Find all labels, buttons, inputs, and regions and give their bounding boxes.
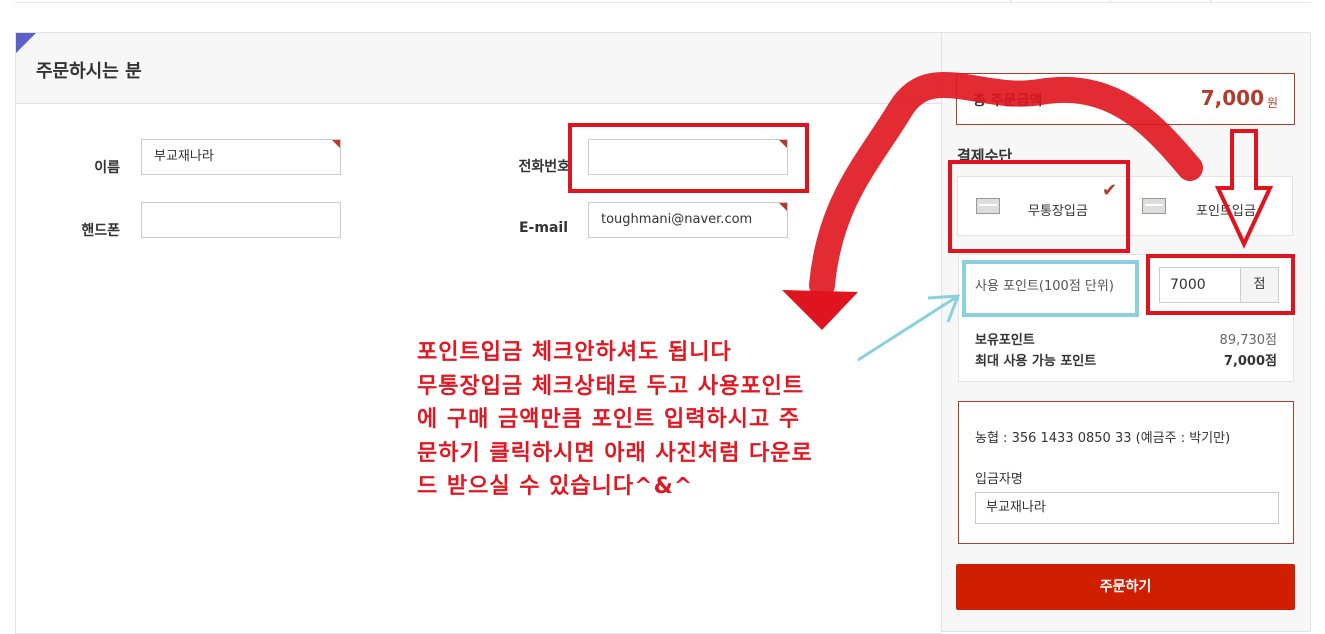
highlight-bank-transfer-box: [948, 160, 1130, 253]
max-points-row: 최대 사용 가능 포인트 7,000점: [975, 350, 1277, 369]
name-input-value: 부교재나라: [154, 149, 214, 164]
name-label: 이름: [94, 160, 120, 176]
total-amount: 7,000: [1200, 86, 1264, 110]
card-icon: [1142, 198, 1166, 214]
payment-option-points[interactable]: 포인트입금: [1126, 177, 1294, 235]
mobile-input[interactable]: [141, 202, 341, 238]
orderer-header: 주문하시는 분: [16, 33, 942, 104]
name-input[interactable]: 부교재나라: [141, 139, 341, 175]
depositor-label: 입금자명: [975, 472, 1023, 487]
total-unit: 원: [1266, 96, 1278, 110]
highlight-phone-box: [568, 123, 809, 193]
owned-points-label: 보유포인트: [975, 333, 1035, 348]
annotation-line: 드 받으실 수 있습니다^&^: [417, 474, 694, 499]
email-input[interactable]: toughmani@naver.com: [588, 202, 788, 238]
top-divider-tick: [1010, 0, 1011, 2]
bank-account-text: 농협 : 356 1433 0850 33 (예금주 : 박기만): [975, 431, 1231, 446]
phone-label: 전화번호: [518, 159, 570, 175]
owned-points-value: 89,730점: [1219, 333, 1277, 348]
owned-points-row: 보유포인트 89,730점: [975, 329, 1277, 348]
email-input-value: toughmani@naver.com: [601, 212, 753, 227]
bank-box: 농협 : 356 1433 0850 33 (예금주 : 박기만) 입금자명 부…: [958, 401, 1294, 544]
highlight-points-input-box: [1146, 254, 1295, 315]
top-divider: [15, 0, 1311, 3]
max-points-value: 7,000점: [1223, 354, 1277, 369]
annotation-line: 포인트입금 체크안하셔도 됩니다: [417, 340, 732, 365]
mobile-label: 핸드폰: [81, 223, 120, 239]
annotation-line: 무통장입금 체크상태로 두고 사용포인트: [417, 373, 805, 399]
orderer-title: 주문하시는 분: [36, 61, 142, 82]
top-divider-tick: [1210, 0, 1211, 2]
max-points-label: 최대 사용 가능 포인트: [975, 354, 1097, 369]
annotation-note: 포인트입금 체크안하셔도 됩니다 무통장입금 체크상태로 두고 사용포인트 에 …: [417, 336, 937, 504]
top-divider-tick: [1110, 0, 1111, 2]
required-marker: [779, 203, 787, 211]
total-label: 총 주문금액: [973, 93, 1043, 109]
order-button[interactable]: 주문하기: [956, 564, 1295, 610]
annotation-line: 에 구매 금액만큼 포인트 입력하시고 주: [417, 407, 801, 432]
payment-option-label: 포인트입금: [1196, 204, 1256, 219]
email-label: E-mail: [518, 220, 568, 236]
annotation-line: 문하기 클릭하시면 아래 사진처럼 다운로: [417, 440, 813, 466]
depositor-input[interactable]: 부교재나라: [975, 492, 1279, 524]
corner-marker: [16, 33, 36, 53]
required-marker: [332, 140, 340, 148]
total-box: 총 주문금액 7,000 원: [956, 73, 1295, 125]
highlight-use-points-box: [962, 260, 1139, 317]
